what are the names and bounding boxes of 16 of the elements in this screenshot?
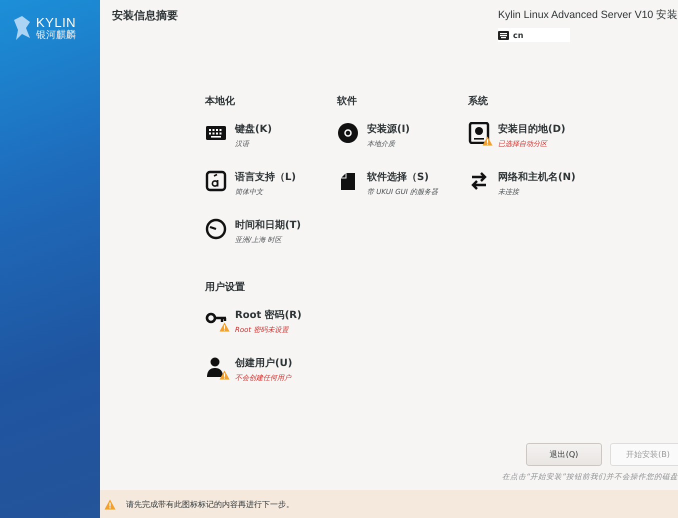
warning-message: 请先完成带有此图标标记的内容再进行下一步。 <box>126 498 294 510</box>
page-title: 安装信息摘要 <box>112 8 178 24</box>
section-heading: 用户设置 <box>205 280 246 294</box>
language-icon <box>205 170 227 192</box>
clock-icon <box>205 218 227 240</box>
section-heading: 软件 <box>337 94 358 108</box>
warning-icon <box>104 498 116 510</box>
keyboard-layout-indicator[interactable]: cn <box>498 28 570 42</box>
disc-icon <box>337 122 359 144</box>
action-button[interactable]: 退出(Q) <box>526 443 602 466</box>
logo-text: KYLIN <box>36 16 76 28</box>
section-heading: 本地化 <box>205 94 236 108</box>
section-heading: 系统 <box>468 94 489 108</box>
product-title: Kylin Linux Advanced Server V10 安装 <box>498 8 678 22</box>
logo-subtext: 银河麒麟 <box>36 30 76 40</box>
keyboard-icon <box>498 30 509 40</box>
